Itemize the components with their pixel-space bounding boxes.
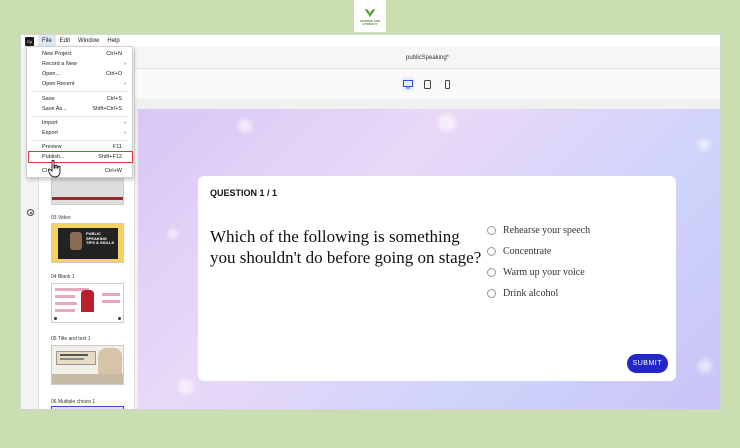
logo-text: SCIENCE AND LITERACY <box>359 18 381 26</box>
menu-item-shortcut: Shift+F12 <box>98 154 122 160</box>
question-text: Which of the following is something you … <box>210 227 482 267</box>
tablet-view-button[interactable] <box>421 77 435 91</box>
menu-item-record-new[interactable]: Record a New › <box>27 59 132 69</box>
menu-item-label: Save <box>42 96 55 102</box>
radio-icon[interactable] <box>487 268 496 277</box>
quiz-card: QUESTION 1 / 1 Which of the following is… <box>198 176 676 381</box>
slide-canvas: QUESTION 1 / 1 Which of the following is… <box>138 109 720 409</box>
radio-icon[interactable] <box>487 247 496 256</box>
slide-thumbnail-04[interactable] <box>51 283 124 323</box>
slide-thumbnail-03[interactable]: PUBLIC SPEAKING TIPS & SKILLS <box>51 223 124 263</box>
menu-item-label: Import <box>42 120 58 126</box>
menu-item-shortcut: Shift+Ctrl+S <box>92 106 122 112</box>
bokeh-light <box>178 379 194 395</box>
record-toggle[interactable] <box>27 209 34 216</box>
mobile-view-button[interactable] <box>441 77 455 91</box>
menu-item-new-project[interactable]: New Project Ctrl+N <box>27 49 132 59</box>
question-counter: QUESTION 1 / 1 <box>210 188 278 198</box>
submenu-arrow-icon: › <box>124 81 126 87</box>
leaf-icon <box>365 8 375 19</box>
desktop-icon <box>402 79 413 88</box>
menu-item-shortcut: Ctrl+O <box>105 71 122 77</box>
menu-item-label: Record a New <box>42 61 77 67</box>
slide-label-03: 03 Video <box>51 215 71 221</box>
menu-item-preview[interactable]: Preview F11 <box>27 142 132 152</box>
slide-thumbnail-06[interactable] <box>51 406 124 409</box>
document-title: publicSpeaking* <box>405 54 450 61</box>
menu-item-shortcut: F11 <box>112 144 122 150</box>
submenu-arrow-icon: › <box>124 120 126 126</box>
menu-item-save-as[interactable]: Save As... Shift+Ctrl+S <box>27 104 132 114</box>
menu-item-label: Preview <box>42 144 62 150</box>
menu-item-shortcut: Ctrl+N <box>106 51 122 57</box>
app-icon: Cp <box>25 36 34 46</box>
slide-label-04: 04 Blank 1 <box>51 274 75 280</box>
slide-label-05: 05 Title and text 1 <box>51 336 91 342</box>
slide-label-06: 06 Multiple choice 1 <box>51 399 96 405</box>
menu-item-shortcut: Ctrl+W <box>105 168 122 174</box>
submenu-arrow-icon: › <box>124 130 126 136</box>
menu-item-label: Cl <box>42 168 48 174</box>
hand-cursor-icon <box>48 160 61 178</box>
answer-option[interactable]: Drink alcohol <box>487 283 590 304</box>
answer-option[interactable]: Warm up your voice <box>487 262 590 283</box>
menu-item-label: Save As... <box>42 106 67 112</box>
menu-separator <box>31 116 128 117</box>
tablet-icon <box>424 79 431 89</box>
bokeh-light <box>438 114 456 132</box>
radio-icon[interactable] <box>487 289 496 298</box>
answer-option[interactable]: Concentrate <box>487 241 590 262</box>
menu-separator <box>31 140 128 141</box>
menu-item-label: New Project <box>42 51 72 57</box>
menu-item-label: Export <box>42 130 58 136</box>
menu-item-close[interactable]: Cl Ctrl+W <box>27 166 132 176</box>
device-preview-toolbar <box>135 69 720 99</box>
menu-item-label: Open Recent <box>42 81 75 87</box>
submenu-arrow-icon: › <box>124 61 126 67</box>
menu-item-shortcut: Ctrl+S <box>106 96 122 102</box>
mobile-icon <box>445 79 450 89</box>
menu-item-export[interactable]: Export › <box>27 128 132 138</box>
slide-thumbnail-05[interactable] <box>51 345 124 385</box>
bokeh-light <box>698 359 712 373</box>
bokeh-light <box>698 139 710 151</box>
answer-label: Rehearse your speech <box>503 225 591 236</box>
file-menu-dropdown: New Project Ctrl+N Record a New › Open... C… <box>26 46 133 178</box>
menu-item-open[interactable]: Open... Ctrl+O <box>27 69 132 79</box>
answer-options: Rehearse your speech Concentrate Warm up… <box>487 220 590 304</box>
desktop-view-button[interactable] <box>400 77 415 91</box>
video-thumb-title: PUBLIC SPEAKING TIPS & SKILLS <box>86 231 115 245</box>
radio-icon[interactable] <box>487 226 496 235</box>
answer-label: Concentrate <box>503 246 552 257</box>
slide-thumbnail-02[interactable] <box>51 177 124 205</box>
answer-option[interactable]: Rehearse your speech <box>487 220 590 241</box>
menu-item-open-recent[interactable]: Open Recent › <box>27 79 132 89</box>
menu-item-label: Open... <box>42 71 61 77</box>
brand-logo: SCIENCE AND LITERACY <box>354 0 386 32</box>
document-title-bar: publicSpeaking* <box>135 47 720 69</box>
menu-item-publish[interactable]: Publish... Shift+F12 <box>28 151 133 163</box>
bokeh-light <box>168 229 178 239</box>
menu-separator <box>31 91 128 92</box>
menu-item-save[interactable]: Save Ctrl+S <box>27 94 132 104</box>
menu-item-import[interactable]: Import › <box>27 118 132 128</box>
bokeh-light <box>238 119 252 133</box>
submit-button[interactable]: SUBMIT <box>626 354 668 373</box>
answer-label: Warm up your voice <box>503 267 585 278</box>
answer-label: Drink alcohol <box>503 288 559 299</box>
